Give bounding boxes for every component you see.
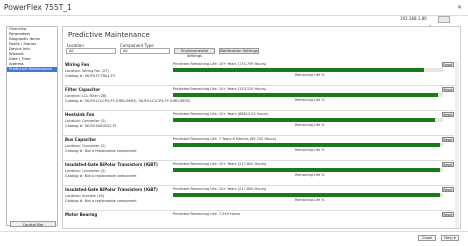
list-item: Filter Capacitor Location: LCL Filter (28… — [63, 86, 454, 111]
component-location: Location: Inverter (40) — [65, 194, 105, 198]
remaining-life-bar — [173, 193, 443, 197]
reset-button[interactable]: Reset — [442, 87, 454, 92]
reset-button[interactable]: Reset — [442, 137, 454, 142]
predicted-life: Predicted Remaining Life: 10+ Years (174… — [173, 62, 267, 66]
page-title: Predictive Maintenance — [68, 31, 150, 39]
component-catalog: Catalog #: SK-R9-FCTRA1-F5 — [65, 74, 116, 78]
component-name: Insulated-Gate BiPolar Transistors (IGBT… — [65, 187, 158, 192]
remaining-life-label: Remaining Life % — [295, 173, 325, 177]
component-catalog: Catalog #: SK-R9-NAGGG2-PI — [65, 124, 116, 128]
component-location: Location: LCL Filter (28) — [65, 94, 107, 98]
component-name: Bus Capacitor — [65, 137, 97, 142]
component-name: Filter Capacitor — [65, 87, 101, 92]
predicted-life: Predicted Remaining Life: 7,049 Hours — [173, 212, 241, 216]
predicted-life: Predicted Remaining Life: 10+ Years (133… — [173, 87, 267, 91]
predicted-life: Predicted Remaining Life: 10+ Years (217… — [173, 162, 267, 166]
component-name: Wiring Fan — [65, 62, 90, 67]
component-catalog: Catalog #: Not a replaceable component — [65, 199, 137, 203]
remaining-life-label: Remaining Life % — [295, 73, 325, 77]
remaining-life-bar — [173, 68, 443, 72]
component-location: Location: Converter (2) — [65, 169, 106, 173]
remaining-life-label: Remaining Life % — [295, 148, 325, 152]
predicted-life: Predicted Remaining Life: 10+ Years (217… — [173, 187, 267, 191]
remaining-life-bar — [173, 168, 443, 172]
component-name: Motor Bearing — [65, 212, 98, 217]
remaining-life-fill — [173, 168, 441, 172]
component-name: Heatsink Fan — [65, 112, 95, 117]
component-catalog: Catalog #: Not a replaceable component — [65, 174, 137, 178]
sidebar-item[interactable]: Predictive Maintenance — [7, 67, 57, 72]
control-bar-button[interactable]: Control Bar — [10, 221, 56, 227]
remaining-life-bar — [173, 118, 443, 122]
reset-button[interactable]: Reset — [442, 187, 454, 192]
network-icon — [438, 16, 450, 23]
component-type-select[interactable]: All — [120, 48, 170, 54]
remaining-life-fill — [173, 118, 435, 122]
main-panel: Predictive Maintenance Location All Comp… — [62, 26, 461, 229]
remaining-life-label: Remaining Life % — [295, 123, 325, 127]
ip-address: 192.168.1.80 — [400, 16, 427, 21]
divider — [0, 231, 468, 232]
list-item: Heatsink Fan Location: Converter (2) Catal… — [63, 111, 454, 136]
component-location: Location: Wiring Fan (27) — [65, 69, 109, 73]
remaining-life-label: Remaining Life % — [295, 198, 325, 202]
reset-button[interactable]: Reset — [442, 212, 454, 217]
component-name: Insulated-Gate BiPolar Transistors (IGBT… — [65, 162, 158, 167]
remaining-life-bar — [173, 143, 443, 147]
list-item: Insulated-Gate BiPolar Transistors (IGBT… — [63, 161, 454, 186]
component-catalog: Catalog #: SK-R9-LCLCP4-F5 (HRD-9893), S… — [65, 99, 191, 103]
component-catalog: Catalog #: Not a replaceable component — [65, 149, 137, 153]
list-item: Motor Bearing Predicted Remaining Life: 7… — [63, 211, 454, 229]
predicted-life: Predicted Remaining Life: 7 Years 8 Mont… — [173, 137, 277, 141]
remaining-life-fill — [173, 93, 438, 97]
list-item: Wiring Fan Location: Wiring Fan (27) Catal… — [63, 61, 454, 86]
scrollbar[interactable] — [455, 61, 459, 228]
reset-button[interactable]: Reset — [442, 62, 454, 67]
remaining-life-bar — [173, 93, 443, 97]
component-location: Location: Converter (2) — [65, 119, 106, 123]
close-icon[interactable]: ✕ — [457, 4, 462, 11]
window-title: PowerFlex 755T_1 — [4, 3, 72, 12]
app-window: PowerFlex 755T_1 ✕ 192.168.1.80 Connect … — [0, 0, 468, 246]
remaining-life-fill — [173, 143, 441, 147]
divider — [0, 15, 468, 16]
remaining-life-label: Remaining Life % — [295, 98, 325, 102]
component-list: Wiring Fan Location: Wiring Fan (27) Catal… — [63, 61, 454, 229]
reset-button[interactable]: Reset — [442, 162, 454, 167]
sidebar: Overview Parameters Diagnostic Items Faults… — [6, 26, 58, 226]
close-button[interactable]: Close — [418, 235, 436, 241]
location-select[interactable]: All — [66, 48, 116, 54]
notification-settings-button[interactable]: Notification Settings — [219, 48, 259, 54]
list-item: Bus Capacitor Location: Converter (2) Cata… — [63, 136, 454, 161]
list-item: Insulated-Gate BiPolar Transistors (IGBT… — [63, 186, 454, 211]
reset-button[interactable]: Reset — [442, 112, 454, 117]
component-location: Location: Converter (2) — [65, 144, 106, 148]
predicted-life: Predicted Remaining Life: 10+ Years (888… — [173, 112, 269, 116]
remaining-life-fill — [173, 68, 425, 72]
remaining-life-fill — [173, 193, 441, 197]
help-button[interactable]: Help ▾ — [441, 235, 459, 241]
environmental-settings-button[interactable]: Environmental Settings — [174, 48, 215, 58]
